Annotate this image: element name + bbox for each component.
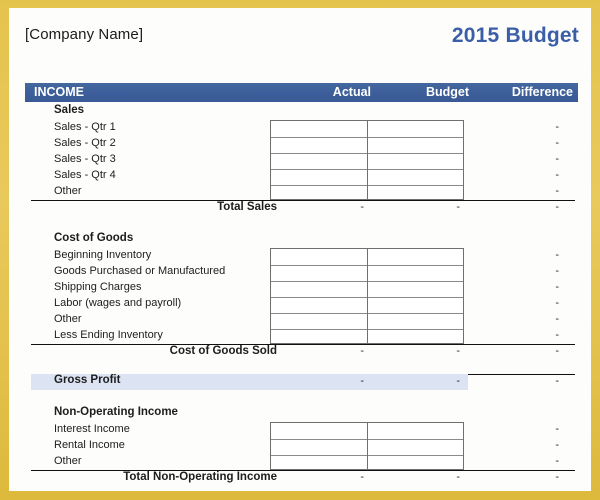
line-item-label: Sales - Qtr 3 [54,153,116,165]
line-item-label: Labor (wages and payroll) [54,297,182,309]
gross-profit-label: Gross Profit [54,374,121,386]
line-item-row: Other - [9,454,591,470]
column-header-difference: Difference [511,85,573,99]
line-item-label: Beginning Inventory [54,249,152,261]
total-budget: - [456,201,460,213]
line-item-label: Other [54,185,82,197]
cell-difference: - [555,439,559,451]
line-item-row: Sales - Qtr 2 - [9,136,591,152]
line-item-row: Sales - Qtr 4 - [9,168,591,184]
line-item-row: Beginning Inventory - [9,248,591,264]
total-actual: - [360,471,364,483]
line-item-label: Sales - Qtr 4 [54,169,116,181]
section-heading-row: Cost of Goods [9,232,591,248]
cell-difference: - [555,137,559,149]
line-item-label: Sales - Qtr 2 [54,137,116,149]
section-heading-row: Sales [9,104,591,120]
company-name-field[interactable]: [Company Name] [25,26,143,43]
line-item-label: Less Ending Inventory [54,329,163,341]
page-frame: [Company Name] 2015 Budget INCOME Actual… [0,0,600,500]
line-item-label: Shipping Charges [54,281,142,293]
cell-difference: - [555,297,559,309]
column-header-bar: INCOME Actual Budget Difference [25,83,578,102]
line-item-label: Rental Income [54,439,125,451]
total-row: Total Sales - - - [9,200,591,216]
cell-difference: - [555,121,559,133]
column-header-income: INCOME [34,85,84,99]
section-heading: Sales [54,104,85,116]
line-item-label: Other [54,313,82,325]
cell-difference: - [555,249,559,261]
line-item-row: Less Ending Inventory - [9,328,591,344]
line-item-label: Other [54,455,82,467]
cell-difference: - [555,455,559,467]
gross-profit-row: Gross Profit - - - [9,374,591,390]
section-heading: Non-Operating Income [54,406,178,418]
total-label: Total Sales [217,201,277,213]
line-item-label: Sales - Qtr 1 [54,121,116,133]
total-row: Total Non-Operating Income - - - [9,470,591,486]
total-actual: - [360,201,364,213]
total-actual: - [360,345,364,357]
line-item-row: Other - [9,184,591,200]
line-item-row: Goods Purchased or Manufactured - [9,264,591,280]
cell-difference: - [555,169,559,181]
cell-difference: - [555,265,559,277]
cell-difference: - [555,185,559,197]
line-item-row: Shipping Charges - [9,280,591,296]
section-heading: Cost of Goods [54,232,134,244]
budget-body: Sales Sales - Qtr 1- Sales - Qtr 2- Sales -… [9,104,591,490]
page-title: 2015 Budget [451,24,579,47]
line-item-row: Sales - Qtr 1 - [9,120,591,136]
line-item-row: Other - [9,312,591,328]
spreadsheet-sheet: [Company Name] 2015 Budget INCOME Actual… [9,8,591,491]
total-difference: - [555,201,559,213]
line-item-label: Interest Income [54,423,130,435]
line-item-row: Labor (wages and payroll) - [9,296,591,312]
cell-difference: - [555,329,559,341]
total-row: Cost of Goods Sold - - - [9,344,591,360]
section-heading-row: Non-Operating Income [9,406,591,422]
total-budget: - [456,471,460,483]
cell-difference: - [555,281,559,293]
total-budget: - [456,345,460,357]
total-label: Total Non-Operating Income [123,471,277,483]
line-item-label: Goods Purchased or Manufactured [54,265,226,277]
column-header-budget: Budget [425,85,469,99]
total-difference: - [555,345,559,357]
total-label: Cost of Goods Sold [169,345,277,357]
gross-profit-difference: - [555,375,559,387]
total-difference: - [555,471,559,483]
cell-difference: - [555,423,559,435]
gross-profit-actual: - [360,375,364,387]
line-item-row: Rental Income - [9,438,591,454]
gross-profit-budget: - [456,375,460,387]
line-item-row: Interest Income - [9,422,591,438]
cell-difference: - [555,153,559,165]
line-item-row: Sales - Qtr 3 - [9,152,591,168]
column-header-actual: Actual [332,85,371,99]
cell-difference: - [555,313,559,325]
